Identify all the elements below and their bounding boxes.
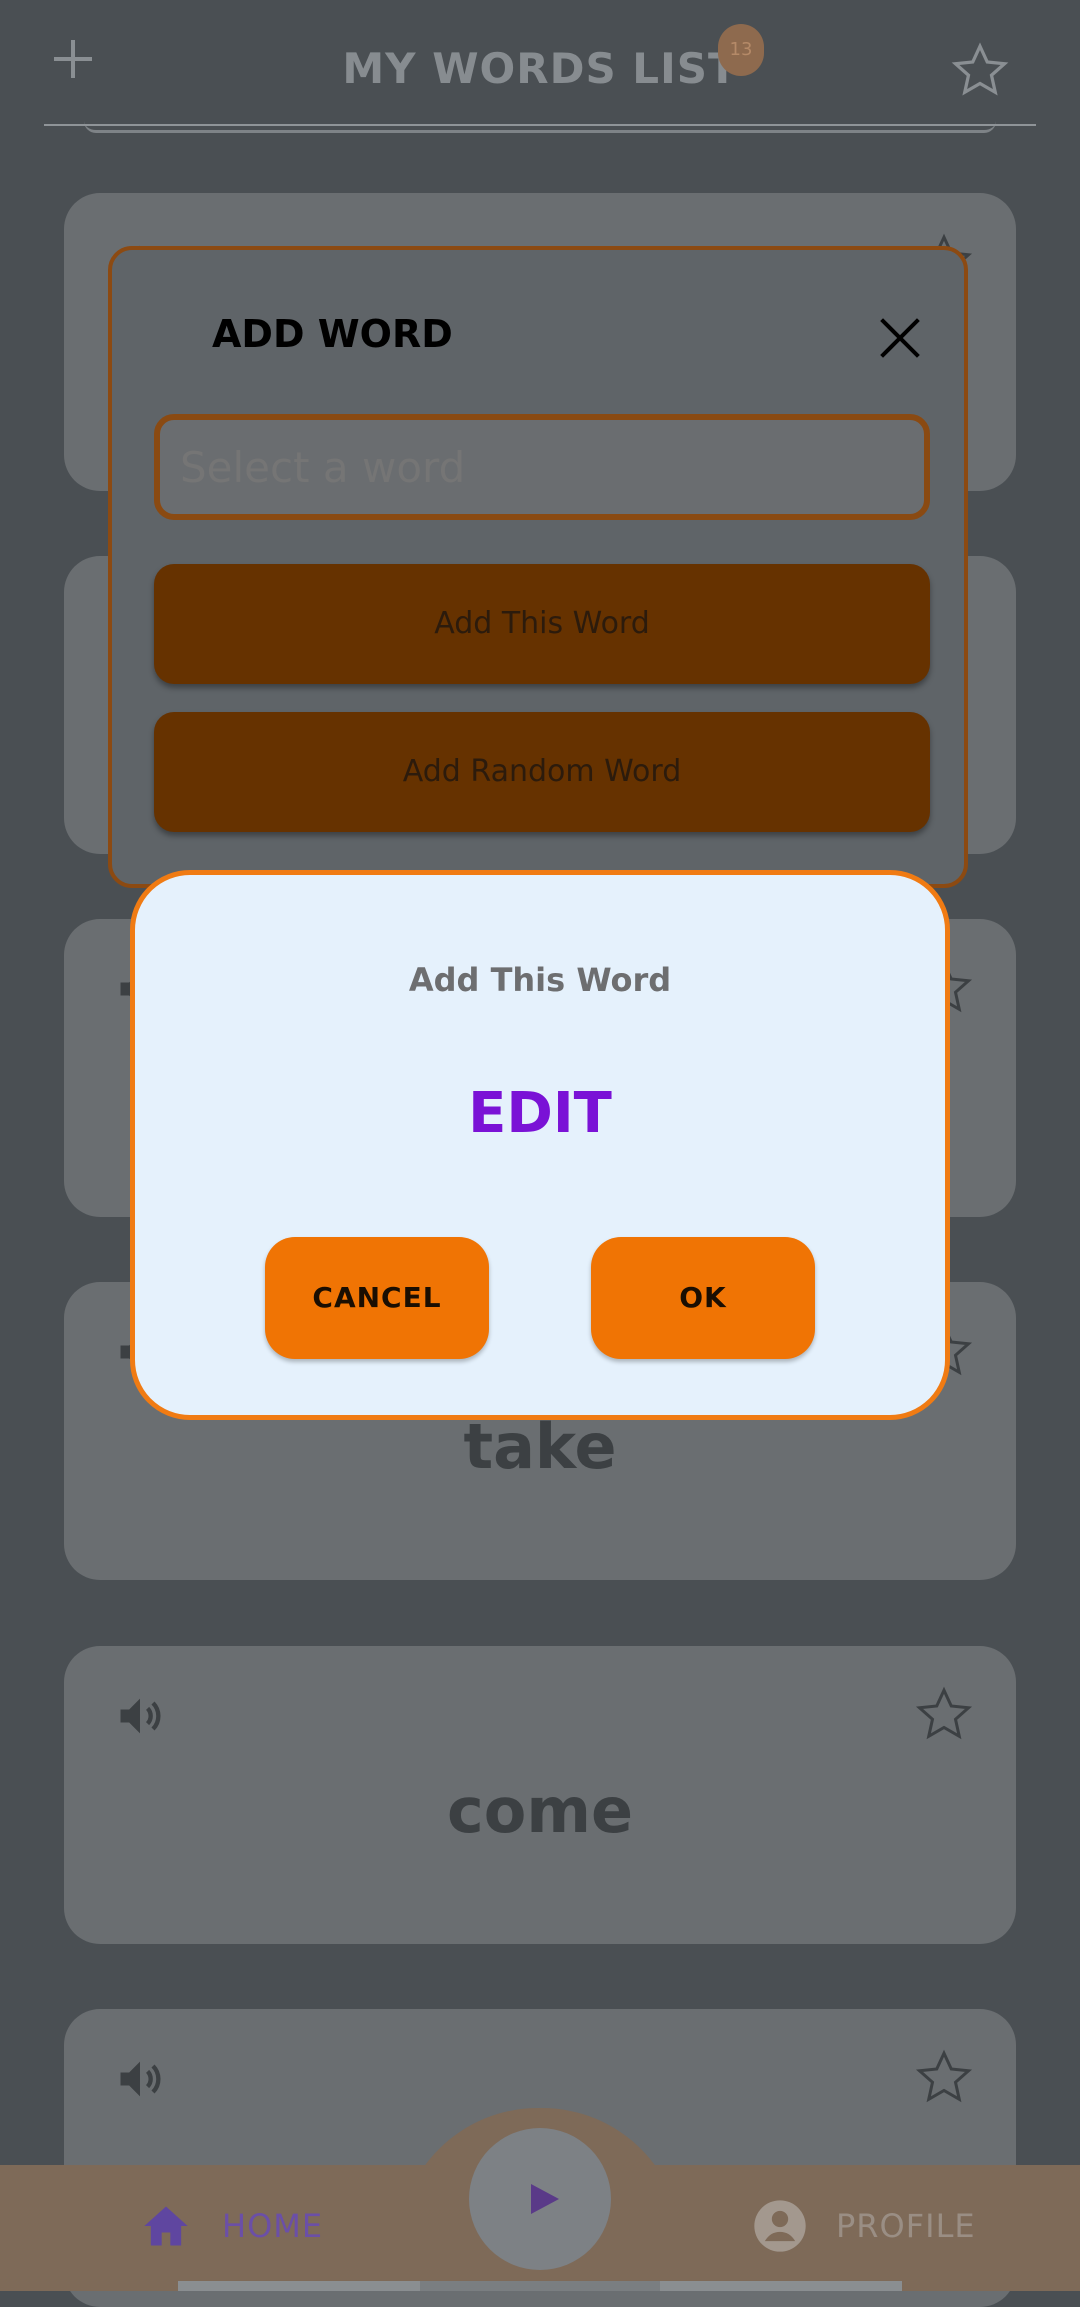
confirm-word: EDIT	[468, 1081, 612, 1146]
profile-icon[interactable]	[752, 2198, 808, 2254]
play-icon	[531, 2184, 559, 2214]
star-icon[interactable]	[914, 1684, 974, 1744]
speaker-icon[interactable]	[114, 1690, 166, 1742]
add-word-title: ADD WORD	[212, 312, 453, 356]
add-random-word-button[interactable]: Add Random Word	[154, 712, 930, 832]
word-count-badge: 13	[718, 24, 764, 76]
nav-home-label[interactable]: HOME	[222, 2207, 323, 2245]
nav-indicator	[178, 2281, 420, 2291]
add-word-dialog: ADD WORD Add This Word Add Random Word	[108, 246, 968, 888]
top-bar: MY WORDS LIST 13	[0, 0, 1080, 130]
speaker-icon[interactable]	[114, 2053, 166, 2105]
nav-indicator	[660, 2281, 902, 2291]
word-text: come	[447, 1774, 633, 1847]
star-icon[interactable]	[914, 2047, 974, 2107]
confirm-title: Add This Word	[408, 961, 672, 999]
word-text: take	[463, 1410, 617, 1483]
nav-indicator	[420, 2281, 660, 2291]
header-divider	[44, 124, 1036, 126]
favorites-star-icon[interactable]	[950, 40, 1010, 100]
add-this-word-button[interactable]: Add This Word	[154, 564, 930, 684]
confirm-dialog: Add This Word EDIT CANCEL OK	[130, 870, 950, 1420]
nav-profile-label[interactable]: PROFILE	[836, 2207, 976, 2245]
word-select-input[interactable]	[154, 414, 930, 520]
ok-button[interactable]: OK	[591, 1237, 815, 1359]
home-icon[interactable]	[138, 2200, 194, 2252]
word-card[interactable]: come	[64, 1646, 1016, 1944]
cancel-button[interactable]: CANCEL	[265, 1237, 489, 1359]
page-title: MY WORDS LIST	[342, 44, 738, 93]
close-icon[interactable]	[878, 316, 922, 360]
play-button[interactable]	[469, 2128, 611, 2270]
